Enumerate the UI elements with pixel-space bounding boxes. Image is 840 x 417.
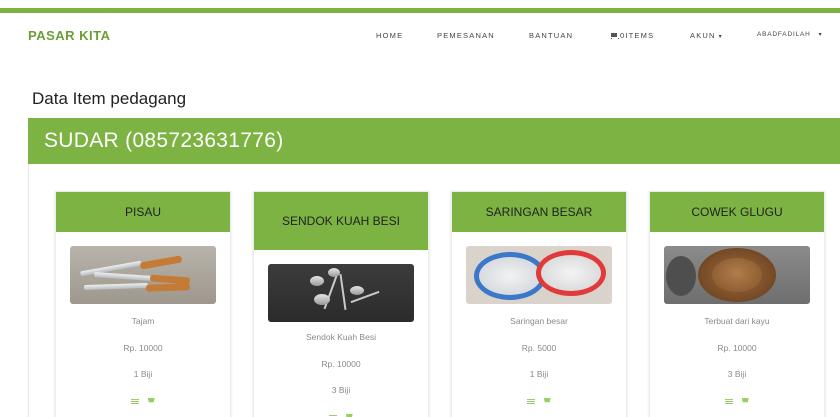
- merchant-header: SUDAR (085723631776): [28, 118, 840, 164]
- ladle-image: [268, 264, 414, 322]
- item-card: COWEK GLUGU Terbuat dari kayu Rp. 10000 …: [649, 191, 825, 417]
- items-panel: PISAU Tajam Rp. 10000 1 Biji SENDOK KUAH…: [28, 164, 840, 417]
- item-price: Rp. 5000: [521, 343, 557, 353]
- nav-home[interactable]: HOME: [376, 31, 403, 40]
- item-actions: [254, 407, 428, 417]
- list-icon[interactable]: [131, 399, 140, 404]
- item-title: SARINGAN BESAR: [452, 192, 626, 232]
- item-price: Rp. 10000: [717, 343, 757, 353]
- item-title: PISAU: [56, 192, 230, 232]
- item-actions: [650, 391, 824, 409]
- nav-home-label: HOME: [376, 31, 404, 40]
- item-stock: 3 Biji: [727, 369, 747, 379]
- nav-user[interactable]: ABADFADILAH ▾: [757, 31, 822, 38]
- item-title: COWEK GLUGU: [650, 192, 824, 232]
- item-description: Saringan besar: [510, 316, 568, 326]
- item-description: Terbuat dari kayu: [704, 316, 770, 326]
- item-price: Rp. 10000: [123, 343, 163, 353]
- merchant-name: SUDAR (085723631776): [44, 129, 284, 152]
- list-icon[interactable]: [527, 399, 536, 404]
- nav-bantuan[interactable]: BANTUAN: [529, 31, 573, 40]
- navbar: PASAR KITA HOME PEMESANAN BANTUAN 0ITEMS…: [0, 13, 840, 59]
- nav-pemesanan-label: PEMESANAN: [437, 31, 495, 40]
- strainer-image: [466, 246, 612, 304]
- item-stock: 3 Biji: [331, 385, 351, 395]
- page-title: Data Item pedagang: [32, 89, 187, 108]
- item-card: SENDOK KUAH BESI Sendok Kuah Besi Rp. 10…: [253, 191, 429, 417]
- list-icon[interactable]: [725, 399, 734, 404]
- item-actions: [452, 391, 626, 409]
- add-to-cart-icon[interactable]: [147, 398, 155, 403]
- item-stock: 1 Biji: [529, 369, 549, 379]
- nav-cart-label: 0ITEMS: [620, 31, 655, 40]
- item-description: Tajam: [131, 316, 155, 326]
- item-actions: [56, 391, 230, 409]
- nav-bantuan-label: BANTUAN: [529, 31, 574, 40]
- knife-image: [70, 246, 216, 304]
- cart-icon: [610, 33, 619, 39]
- item-card: SARINGAN BESAR Saringan besar Rp. 5000 1…: [451, 191, 627, 417]
- item-card: PISAU Tajam Rp. 10000 1 Biji: [55, 191, 231, 417]
- item-description: Sendok Kuah Besi: [306, 332, 376, 342]
- nav-akun-label: AKUN: [690, 31, 716, 40]
- nav-akun[interactable]: AKUN ▾: [690, 31, 723, 40]
- nav-user-label: ABADFADILAH: [757, 31, 811, 38]
- wooden-mortar-image: [664, 246, 810, 304]
- item-title: SENDOK KUAH BESI: [254, 192, 428, 250]
- nav-pemesanan[interactable]: PEMESANAN: [437, 31, 495, 40]
- nav-cart[interactable]: 0ITEMS: [610, 31, 654, 40]
- add-to-cart-icon[interactable]: [543, 398, 551, 403]
- caret-down-icon: ▾: [718, 34, 723, 40]
- item-price: Rp. 10000: [321, 359, 361, 369]
- item-stock: 1 Biji: [133, 369, 153, 379]
- add-to-cart-icon[interactable]: [741, 398, 749, 403]
- brand-logo[interactable]: PASAR KITA: [28, 28, 111, 43]
- caret-down-icon: ▾: [818, 32, 823, 38]
